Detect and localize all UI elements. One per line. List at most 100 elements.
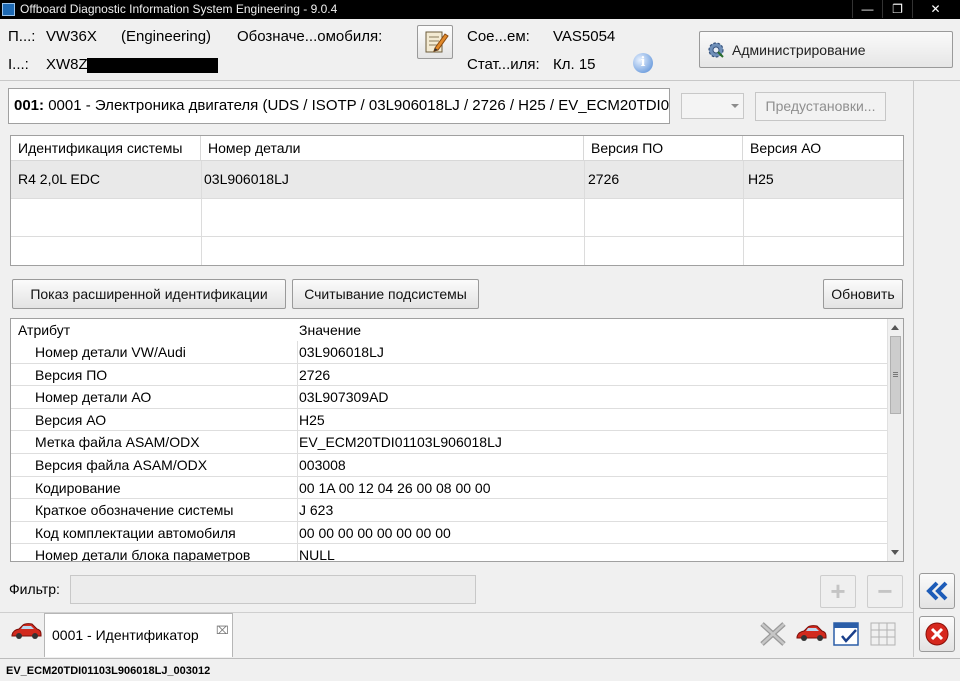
refresh-button[interactable]: Обновить [823,279,903,309]
preset-dropdown[interactable] [681,93,744,119]
add-filter-button[interactable]: + [820,575,856,608]
attribute-name: Краткое обозначение системы [35,502,234,519]
grid-table-icon[interactable] [868,620,898,648]
table-row[interactable]: Версия ПО 2726 [11,364,887,387]
presets-button[interactable]: Предустановки... [755,92,886,121]
back-button[interactable] [919,573,955,609]
app-icon [2,3,15,16]
attribute-name: Версия файла ASAM/ODX [35,457,208,473]
attribute-name: Номер детали блока параметров [35,547,251,562]
table-row[interactable]: Кодирование 00 1A 00 12 04 26 00 08 00 00 [11,477,887,500]
ecu-address: 001: [14,97,45,114]
tab-identification[interactable]: 0001 - Идентификатор ⌧ [44,613,233,657]
column-divider [201,161,202,265]
connection-label: Сое...ем: [467,28,530,45]
scroll-down-arrow-icon[interactable] [891,550,899,555]
chevron-down-icon [731,104,739,108]
attribute-name: Номер детали VW/Audi [35,344,186,360]
close-tab-icon[interactable]: ⌧ [216,624,229,637]
row-divider [11,198,903,199]
window-controls: — ❐ ✕ [852,0,958,19]
table-row[interactable]: Метка файла ASAM/ODX EV_ECM20TDI01103L906… [11,431,887,454]
column-header-system-id[interactable]: Идентификация системы [11,136,201,161]
tab-identification-label: 0001 - Идентификатор [52,627,199,643]
project-label: П...: [8,28,36,45]
vin-value: XW8Z [46,56,88,73]
cell-part-number: 03L906018LJ [204,171,289,187]
vehicle-info-header: П...: VW36X (Engineering) Обозначе...омо… [0,19,960,81]
connection-value: VAS5054 [553,28,616,45]
column-divider [584,161,585,265]
read-subsystem-button[interactable]: Считывание подсистемы [292,279,479,309]
checklist-window-icon[interactable] [832,620,862,648]
double-chevron-left-icon [926,581,948,601]
edit-designation-button[interactable] [417,25,453,59]
ecu-description-field: 001: 0001 - Электроника двигателя (UDS /… [8,88,670,124]
cell-hardware-version: H25 [748,171,774,187]
attribute-value: 00 1A 00 12 04 26 00 08 00 00 [299,479,491,496]
table-row[interactable]: Версия файла ASAM/ODX 003008 [11,454,887,477]
attributes-table: Атрибут Значение Номер детали VW/Audi 03L… [10,318,904,562]
close-circle-icon [925,622,949,646]
close-window-button[interactable]: ✕ [912,0,958,18]
identification-table: Идентификация системы Номер детали Верси… [10,135,904,266]
attribute-value: 2726 [299,366,331,383]
administration-label: Администрирование [732,42,866,58]
table-row[interactable]: Номер детали АО 03L907309AD [11,386,887,409]
cell-software-version: 2726 [588,171,620,187]
minimize-button[interactable]: — [852,0,882,18]
extended-identification-button[interactable]: Показ расширенной идентификации [12,279,286,309]
column-divider [743,161,744,265]
attribute-name: Кодирование [35,479,121,496]
status-bar: EV_ECM20TDI01103L906018LJ_003012 [0,658,960,681]
attribute-value: J 623 [299,502,334,519]
attribute-name: Код комплектации автомобиля [35,524,236,541]
notepad-edit-icon [425,31,449,53]
administration-button[interactable]: Администрирование [699,31,953,68]
restore-button[interactable]: ❐ [882,0,912,18]
column-header-part-number[interactable]: Номер детали [201,136,584,161]
attribute-name: Версия ПО [35,366,108,383]
project-value: VW36X [46,28,97,45]
scroll-thumb[interactable] [890,336,901,414]
table-row[interactable]: Краткое обозначение системы J 623 [11,499,887,522]
mode-value: (Engineering) [121,28,212,45]
right-nav-panel [913,81,960,657]
designation-label: Обозначе...омобиля: [237,28,383,45]
vin-label: I...: [8,56,29,73]
filter-input[interactable] [70,575,476,604]
attribute-name: Метка файла ASAM/ODX [35,434,200,451]
car-icon[interactable] [10,620,42,642]
tools-cancel-icon[interactable] [758,620,788,648]
table-row[interactable]: Код комплектации автомобиля 00 00 00 00 0… [11,522,887,545]
grip-icon [893,372,898,373]
attributes-scrollbar[interactable] [887,319,903,561]
attribute-name: Версия АО [35,411,107,428]
cell-system-id: R4 2,0L EDC [18,171,100,187]
column-header-attribute[interactable]: Атрибут [18,319,70,341]
attribute-value: NULL [299,547,335,562]
title-bar: Offboard Diagnostic Information System E… [0,0,960,19]
column-header-value[interactable]: Значение [299,319,361,341]
attribute-value: EV_ECM20TDI01103L906018LJ [299,434,502,451]
table-row[interactable]: Номер детали блока параметров NULL [11,544,887,562]
window-title: Offboard Diagnostic Information System E… [20,2,338,16]
remove-filter-button[interactable]: − [867,575,903,608]
attribute-value: H25 [299,411,325,428]
vin-redaction [87,58,218,73]
attribute-name: Номер детали АО [35,389,152,406]
row-divider [11,236,903,237]
exit-button[interactable] [919,616,955,652]
filter-label: Фильтр: [9,581,60,597]
admin-gear-icon [708,42,724,58]
column-header-software-version[interactable]: Версия ПО [584,136,743,161]
table-row[interactable]: Версия АО H25 [11,409,887,432]
table-row[interactable]: Номер детали VW/Audi 03L906018LJ [11,341,887,364]
attribute-value: 003008 [299,457,346,473]
column-header-hardware-version[interactable]: Версия АО [743,136,903,161]
vehicle-icon[interactable] [795,622,827,644]
attribute-value: 03L907309AD [299,389,389,406]
scroll-up-arrow-icon[interactable] [891,325,899,330]
info-icon[interactable]: i [633,53,653,73]
status-bar-text: EV_ECM20TDI01103L906018LJ_003012 [6,665,211,677]
